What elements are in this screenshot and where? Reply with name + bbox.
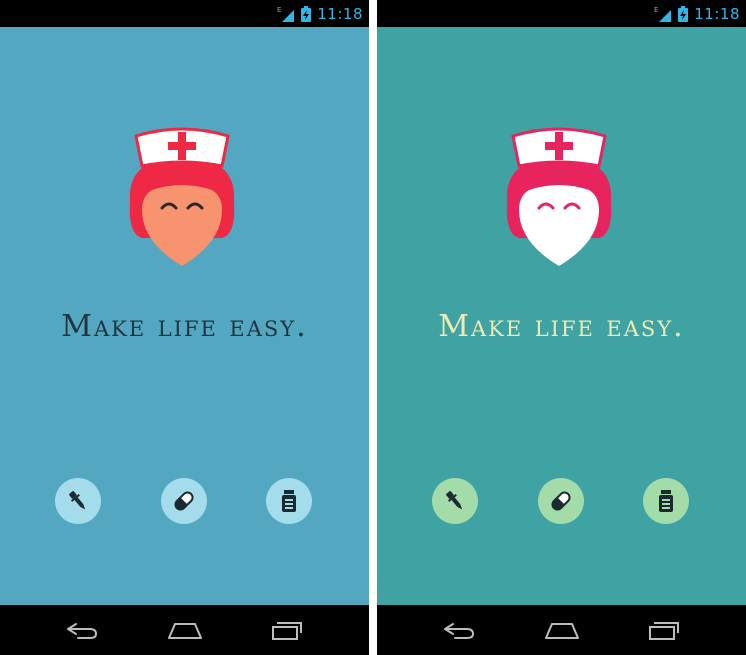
medicine-bottle-button[interactable] <box>266 478 312 524</box>
medicine-bottle-icon <box>659 490 673 512</box>
dropper-button[interactable] <box>432 478 478 524</box>
tagline: Make life easy. <box>61 309 308 344</box>
dropper-icon <box>69 491 86 510</box>
phone-screen-blue: E 11:18 Make life easy. <box>0 0 369 655</box>
battery-icon <box>678 5 689 22</box>
network-type-label: E <box>654 6 658 14</box>
dropper-button[interactable] <box>55 478 101 524</box>
home-button[interactable] <box>540 617 584 643</box>
dropper-icon <box>446 491 463 510</box>
app-content: Make life easy. <box>0 27 369 605</box>
back-button[interactable] <box>437 617 481 643</box>
status-bar: E 11:18 <box>0 0 369 27</box>
back-icon <box>67 623 98 639</box>
action-buttons <box>377 478 746 524</box>
nurse-logo <box>129 127 235 266</box>
nurse-logo <box>506 127 612 266</box>
recent-apps-button[interactable] <box>266 617 310 643</box>
navigation-bar <box>0 605 369 655</box>
status-time: 11:18 <box>694 4 740 23</box>
back-button[interactable] <box>60 617 104 643</box>
pill-button[interactable] <box>538 478 584 524</box>
pill-icon <box>551 491 571 511</box>
recent-apps-icon <box>649 622 679 640</box>
medicine-bottle-button[interactable] <box>643 478 689 524</box>
home-icon <box>168 623 202 639</box>
pill-icon <box>174 491 194 511</box>
home-icon <box>545 623 579 639</box>
signal-icon: E <box>277 6 295 22</box>
app-content: Make life easy. <box>377 27 746 605</box>
action-buttons <box>0 478 369 524</box>
medicine-bottle-icon <box>282 490 296 512</box>
navigation-bar <box>377 605 746 655</box>
pill-button[interactable] <box>161 478 207 524</box>
status-bar: E 11:18 <box>377 0 746 27</box>
status-time: 11:18 <box>317 4 363 23</box>
phone-screen-teal: E 11:18 Make life easy. <box>377 0 746 655</box>
network-type-label: E <box>277 6 281 14</box>
back-icon <box>444 623 475 639</box>
tagline: Make life easy. <box>438 309 685 344</box>
signal-icon: E <box>654 6 672 22</box>
recent-apps-icon <box>272 622 302 640</box>
home-button[interactable] <box>163 617 207 643</box>
recent-apps-button[interactable] <box>643 617 687 643</box>
battery-icon <box>301 5 312 22</box>
